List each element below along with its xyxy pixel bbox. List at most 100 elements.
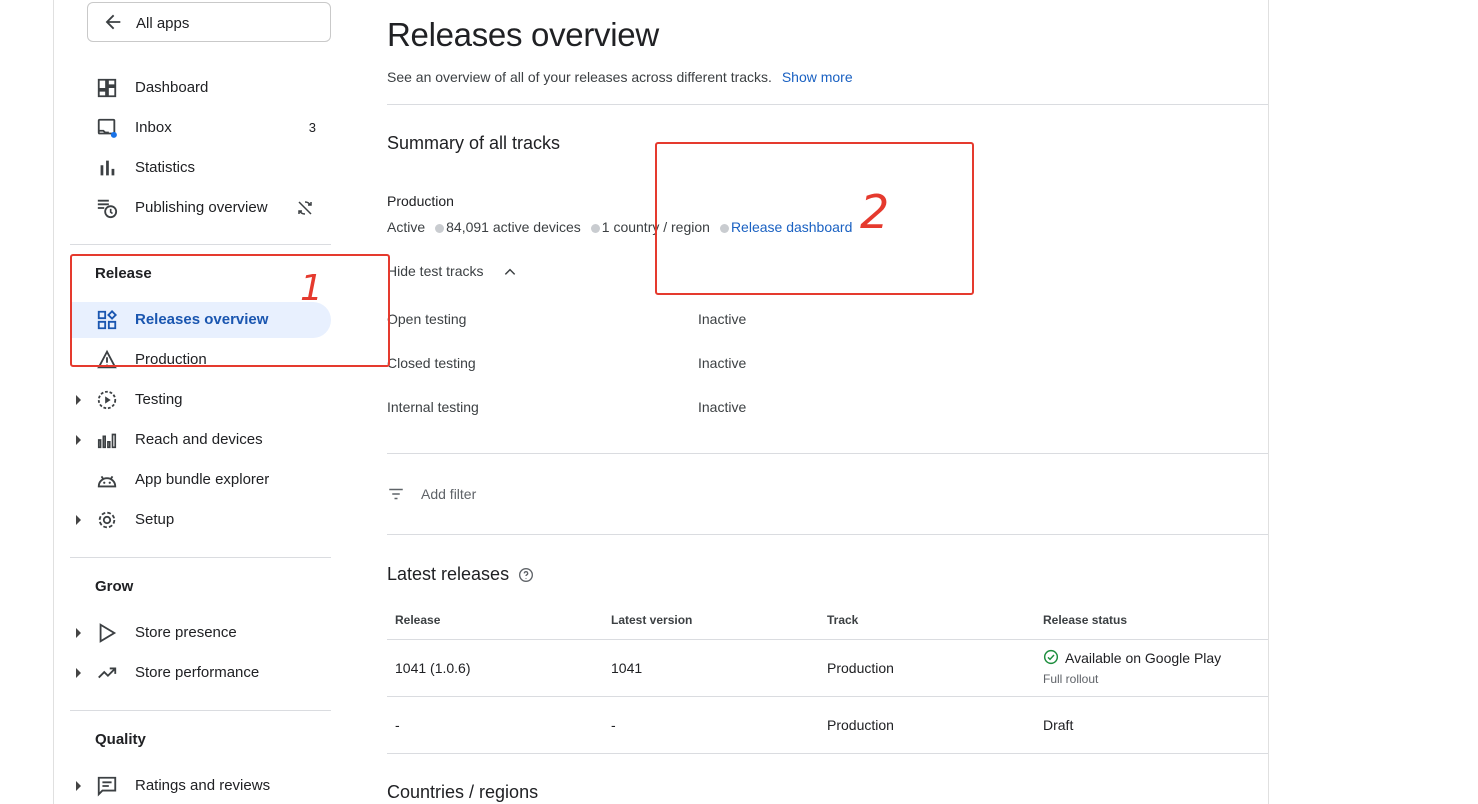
dashboard-icon: [97, 78, 117, 98]
expand-arrow-icon[interactable]: [76, 515, 81, 525]
expand-arrow-icon[interactable]: [76, 435, 81, 445]
check-circle-icon: [1043, 649, 1059, 665]
status-cell: Draft: [1043, 717, 1074, 733]
test-track-status: Inactive: [698, 399, 747, 415]
header-divider: [387, 104, 1268, 105]
chevron-up-icon: [504, 268, 516, 275]
inbox-icon: [97, 118, 117, 138]
expand-arrow-icon[interactable]: [76, 781, 81, 791]
page-title: Releases overview: [387, 16, 659, 53]
sidebar-item-dashboard[interactable]: Dashboard: [70, 70, 332, 106]
filter-icon: [389, 488, 403, 500]
sidebar-divider: [70, 557, 331, 558]
section-title-quality: Quality: [95, 731, 146, 748]
latest-releases-title: Latest releases: [387, 564, 510, 584]
test-track-name: Internal testing: [387, 399, 479, 415]
column-header-release: Release: [395, 613, 441, 627]
review-icon: [97, 776, 117, 797]
column-header-latest-version: Latest version: [611, 613, 693, 627]
separator-dot: [590, 224, 600, 233]
trend-icon: [98, 667, 117, 679]
column-header-track: Track: [827, 613, 859, 627]
annotation-box-2: [655, 142, 974, 295]
hide-test-tracks-toggle[interactable]: Hide test tracks: [387, 263, 516, 279]
sidebar-item-label: Publishing overview: [135, 199, 268, 216]
bar-chart-icon: [100, 160, 115, 176]
track-cell: Production: [827, 660, 894, 676]
page-subtitle: See an overview of all of your releases …: [387, 69, 853, 85]
status-cell: Available on Google Play: [1065, 650, 1222, 666]
sidebar-item-label: Statistics: [135, 159, 196, 176]
schedule-list-icon: [97, 199, 118, 219]
test-track-name: Closed testing: [387, 355, 476, 371]
sidebar-item-store-performance[interactable]: Store performance: [70, 655, 332, 691]
release-cell: -: [395, 717, 400, 733]
sidebar-item-label: Inbox: [135, 119, 172, 136]
section-title-grow: Grow: [95, 578, 134, 595]
annotation-box-1: [70, 254, 390, 367]
arrow-back-icon: [105, 14, 121, 30]
separator-dot: [435, 224, 445, 233]
sidebar-item-inbox[interactable]: Inbox 3: [70, 110, 332, 146]
gear-icon: [98, 511, 116, 529]
play-icon: [99, 623, 117, 643]
table-row[interactable]: 1041 (1.0.6) 1041 Production Available o…: [387, 640, 1268, 696]
section-divider: [387, 453, 1268, 454]
help-icon[interactable]: [518, 567, 534, 583]
production-status: Active: [387, 219, 426, 235]
sidebar-item-ratings-and-reviews[interactable]: Ratings and reviews: [70, 768, 332, 804]
sidebar-item-label: Dashboard: [135, 79, 209, 96]
sidebar-item-statistics[interactable]: Statistics: [70, 150, 332, 186]
sidebar-divider: [70, 244, 331, 245]
sidebar-item-label: Store performance: [135, 664, 260, 681]
active-devices: 84,091 active devices: [446, 219, 581, 235]
sidebar-item-publishing-overview[interactable]: Publishing overview: [70, 190, 332, 226]
expand-arrow-icon[interactable]: [76, 668, 81, 678]
section-divider: [387, 534, 1268, 535]
subtitle-text: See an overview of all of your releases …: [387, 69, 772, 85]
track-cell: Production: [827, 717, 894, 733]
expand-arrow-icon[interactable]: [76, 628, 81, 638]
sidebar-item-label: App bundle explorer: [135, 471, 270, 488]
add-filter-label: Add filter: [421, 486, 477, 502]
table-row[interactable]: - - Production Draft: [387, 697, 1268, 753]
version-cell: -: [611, 717, 616, 733]
bar-chart-icon: [97, 433, 117, 449]
show-more-link[interactable]: Show more: [782, 69, 853, 85]
sidebar-item-label: Setup: [135, 511, 175, 528]
test-track-status: Inactive: [698, 355, 747, 371]
sidebar-item-label: Testing: [135, 391, 183, 408]
content-right-border: [1268, 0, 1269, 804]
sync-disabled-icon: [298, 201, 312, 215]
annotation-mark-1: 1: [300, 268, 323, 309]
production-track-label: Production: [387, 193, 454, 209]
annotation-mark-2: 2: [860, 185, 890, 239]
countries-regions-title: Countries / regions: [387, 782, 539, 802]
all-apps-button[interactable]: All apps: [87, 2, 331, 42]
android-icon: [97, 475, 117, 488]
test-track-status: Inactive: [698, 311, 747, 327]
expand-arrow-icon[interactable]: [76, 395, 81, 405]
rollout-cell: Full rollout: [1043, 672, 1099, 686]
sidebar-left-border: [53, 0, 54, 804]
inbox-count-badge: 3: [308, 120, 316, 135]
sidebar-item-testing[interactable]: Testing: [70, 382, 332, 418]
play-circle-icon: [97, 390, 117, 410]
version-cell: 1041: [611, 660, 643, 676]
sidebar-item-app-bundle-explorer[interactable]: App bundle explorer: [70, 462, 332, 498]
hide-test-tracks-label: Hide test tracks: [387, 263, 484, 279]
sidebar-item-label: Reach and devices: [135, 431, 263, 448]
release-cell: 1041 (1.0.6): [395, 660, 471, 676]
all-apps-label: All apps: [136, 15, 190, 32]
sidebar-item-label: Ratings and reviews: [135, 777, 271, 794]
sidebar-divider: [70, 710, 331, 711]
add-filter-button[interactable]: Add filter: [387, 484, 497, 506]
sidebar-item-label: Store presence: [135, 624, 237, 641]
sidebar-item-reach-and-devices[interactable]: Reach and devices: [70, 422, 332, 458]
sidebar-item-setup[interactable]: Setup: [70, 502, 332, 538]
sidebar-item-store-presence[interactable]: Store presence: [70, 615, 332, 651]
summary-title: Summary of all tracks: [387, 133, 561, 153]
test-track-name: Open testing: [387, 311, 467, 327]
table-row-divider: [387, 753, 1268, 754]
column-header-release-status[interactable]: Release status: [1043, 613, 1127, 627]
